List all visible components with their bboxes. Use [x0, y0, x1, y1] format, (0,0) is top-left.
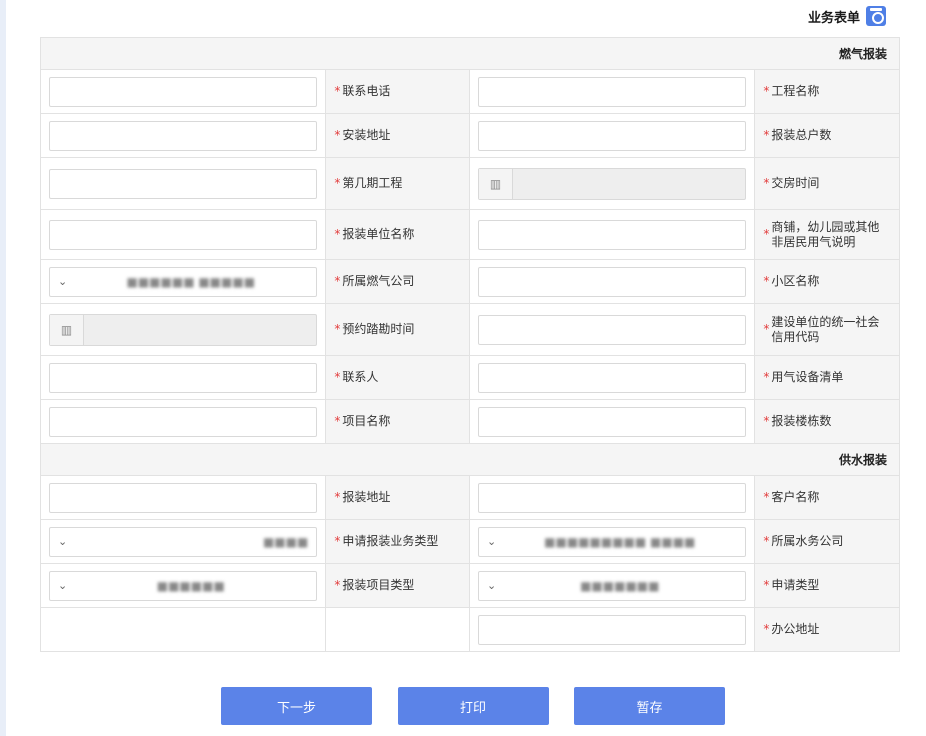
survey-date-picker[interactable]: ▥ — [49, 313, 318, 346]
chevron-down-icon[interactable]: ⌄ — [58, 275, 67, 288]
project-type-select[interactable]: ⌄ ■■■■■■ — [49, 570, 318, 601]
page-title: 业务表单 — [807, 10, 860, 26]
form-row: ▥ * 预约踏勘时间 * 建设单位的统一社会信用代码 — [41, 304, 900, 356]
contact-phone-input[interactable] — [49, 76, 318, 107]
form-row: ⌄ ■■■■■■ ■■■■■ * 所属燃气公司 * 小区名称 — [41, 260, 900, 304]
save-draft-button[interactable]: 暂存 — [574, 687, 725, 725]
contact-person-input[interactable] — [49, 362, 318, 393]
nonresidential-note-input[interactable] — [478, 219, 747, 250]
gas-company-select[interactable]: ⌄ ■■■■■■ ■■■■■ — [49, 266, 318, 297]
section-header-gas: 燃气报装 — [41, 38, 899, 70]
office-address-label: 办公地址 — [771, 622, 820, 636]
project-type-value: ■■■■■■ — [156, 578, 225, 593]
project-name-input[interactable] — [478, 76, 747, 107]
survey-date-field[interactable] — [84, 315, 316, 345]
handover-date-field[interactable] — [513, 169, 745, 199]
customer-name-input[interactable] — [478, 482, 747, 513]
form-row: * 第几期工程 ▥ * 交房时间 — [41, 158, 900, 210]
water-address-input[interactable] — [49, 482, 318, 513]
water-company-select[interactable]: ⌄ ■■■■■■■■■ ■■■■ — [478, 526, 747, 557]
contact-phone-label: 联系电话 — [342, 84, 391, 98]
nonresidential-note-label: 商铺，幼儿园或其他非居民用气说明 — [771, 219, 880, 249]
project-phase-label: 第几期工程 — [342, 176, 403, 190]
credit-code-input[interactable] — [478, 314, 747, 345]
applicant-unit-input[interactable] — [49, 219, 318, 250]
gas-company-label: 所属燃气公司 — [342, 274, 415, 288]
chevron-down-icon[interactable]: ⌄ — [58, 535, 67, 548]
credit-code-label: 建设单位的统一社会信用代码 — [771, 314, 880, 344]
form-row: ⌄ ■■■■ * 申请报装业务类型 ⌄ ■■■■■■■■■ ■■■■ * 所属水务公… — [41, 520, 900, 564]
section-header-water: 供水报装 — [41, 444, 899, 476]
water-company-label: 所属水务公司 — [771, 534, 844, 548]
application-type-value: ■■■■■■■ — [580, 578, 660, 593]
gas-company-value: ■■■■■■ ■■■■■ — [126, 274, 256, 289]
handover-date-picker[interactable]: ▥ — [478, 167, 747, 200]
chevron-down-icon[interactable]: ⌄ — [58, 579, 67, 592]
print-button[interactable]: 打印 — [397, 687, 549, 725]
chevron-down-icon[interactable]: ⌄ — [487, 535, 496, 548]
form-badge-icon — [866, 6, 886, 26]
applicant-unit-label: 报装单位名称 — [342, 227, 415, 241]
action-buttons: 下一步 打印 暂存 — [221, 687, 725, 725]
project-phase-input[interactable] — [49, 168, 318, 199]
next-step-button[interactable]: 下一步 — [221, 687, 372, 725]
total-households-label: 报装总户数 — [771, 128, 832, 142]
form-row: * 联系电话 * 工程名称 — [41, 70, 900, 114]
form-row: * 项目名称 * 报装楼栋数 — [41, 400, 900, 444]
business-type-label: 申请报装业务类型 — [342, 534, 439, 548]
customer-name-label: 客户名称 — [771, 490, 820, 504]
office-address-input[interactable] — [478, 614, 747, 645]
building-count-label: 报装楼栋数 — [771, 414, 832, 428]
form-row: ⌄ ■■■■■■ * 报装项目类型 ⌄ ■■■■■■■ * 申请类型 — [41, 564, 900, 608]
business-type-value: ■■■■ — [262, 534, 309, 549]
contact-person-label: 联系人 — [342, 370, 379, 384]
business-form: 燃气报装 * 联系电话 * 工程名称 * 安装地址 * 报装总户数 * 第几期工程 ▥ *… — [40, 37, 900, 652]
community-name-input[interactable] — [478, 266, 747, 297]
water-company-value: ■■■■■■■■■ ■■■■ — [544, 534, 696, 549]
form-row: * 报装地址 * 客户名称 — [41, 476, 900, 520]
page-title-area: 业务表单 — [808, 5, 886, 27]
form-row: * 联系人 * 用气设备清单 — [41, 356, 900, 400]
calendar-icon[interactable]: ▥ — [479, 168, 514, 199]
application-type-label: 申请类型 — [771, 578, 820, 592]
equipment-list-label: 用气设备清单 — [771, 370, 844, 384]
item-name-input[interactable] — [49, 406, 318, 437]
project-name-label: 工程名称 — [771, 84, 820, 98]
total-households-input[interactable] — [478, 120, 747, 151]
item-name-label: 项目名称 — [342, 414, 391, 428]
application-type-select[interactable]: ⌄ ■■■■■■■ — [478, 570, 747, 601]
left-edge-strip — [0, 0, 6, 736]
install-address-input[interactable] — [49, 120, 318, 151]
form-row: * 办公地址 — [41, 608, 900, 652]
business-type-select[interactable]: ⌄ ■■■■ — [49, 526, 318, 557]
top-bar: 业务表单 — [0, 0, 926, 34]
chevron-down-icon[interactable]: ⌄ — [487, 579, 496, 592]
building-count-input[interactable] — [478, 406, 747, 437]
water-address-label: 报装地址 — [342, 490, 391, 504]
community-name-label: 小区名称 — [771, 274, 820, 288]
form-row: * 报装单位名称 * 商铺，幼儿园或其他非居民用气说明 — [41, 210, 900, 260]
survey-date-label: 预约踏勘时间 — [342, 322, 415, 336]
handover-date-label: 交房时间 — [771, 176, 820, 190]
project-type-label: 报装项目类型 — [342, 578, 415, 592]
equipment-list-input[interactable] — [478, 362, 747, 393]
calendar-icon[interactable]: ▥ — [50, 314, 84, 345]
install-address-label: 安装地址 — [342, 128, 391, 142]
form-row: * 安装地址 * 报装总户数 — [41, 114, 900, 158]
